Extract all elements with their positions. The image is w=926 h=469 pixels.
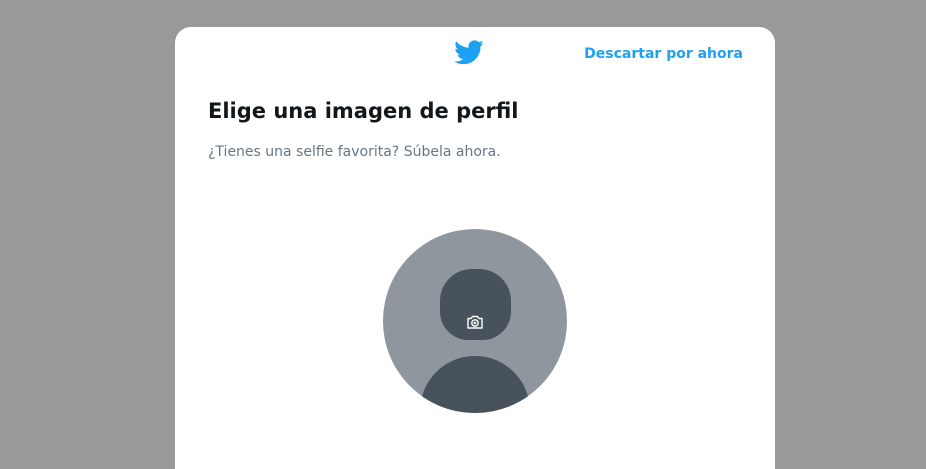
page-title: Elige una imagen de perfil: [208, 99, 519, 123]
camera-add-icon[interactable]: [465, 312, 485, 332]
page-subtitle: ¿Tienes una selfie favorita? Súbela ahor…: [208, 144, 501, 160]
avatar-upload-button[interactable]: [383, 229, 567, 413]
profile-image-dialog: Descartar por ahora Elige una imagen de …: [175, 27, 775, 469]
twitter-bird-icon: [454, 40, 484, 65]
skip-for-now-link[interactable]: Descartar por ahora: [584, 46, 743, 62]
avatar-body-silhouette: [420, 356, 530, 413]
modal-backdrop: Descartar por ahora Elige una imagen de …: [0, 0, 926, 469]
